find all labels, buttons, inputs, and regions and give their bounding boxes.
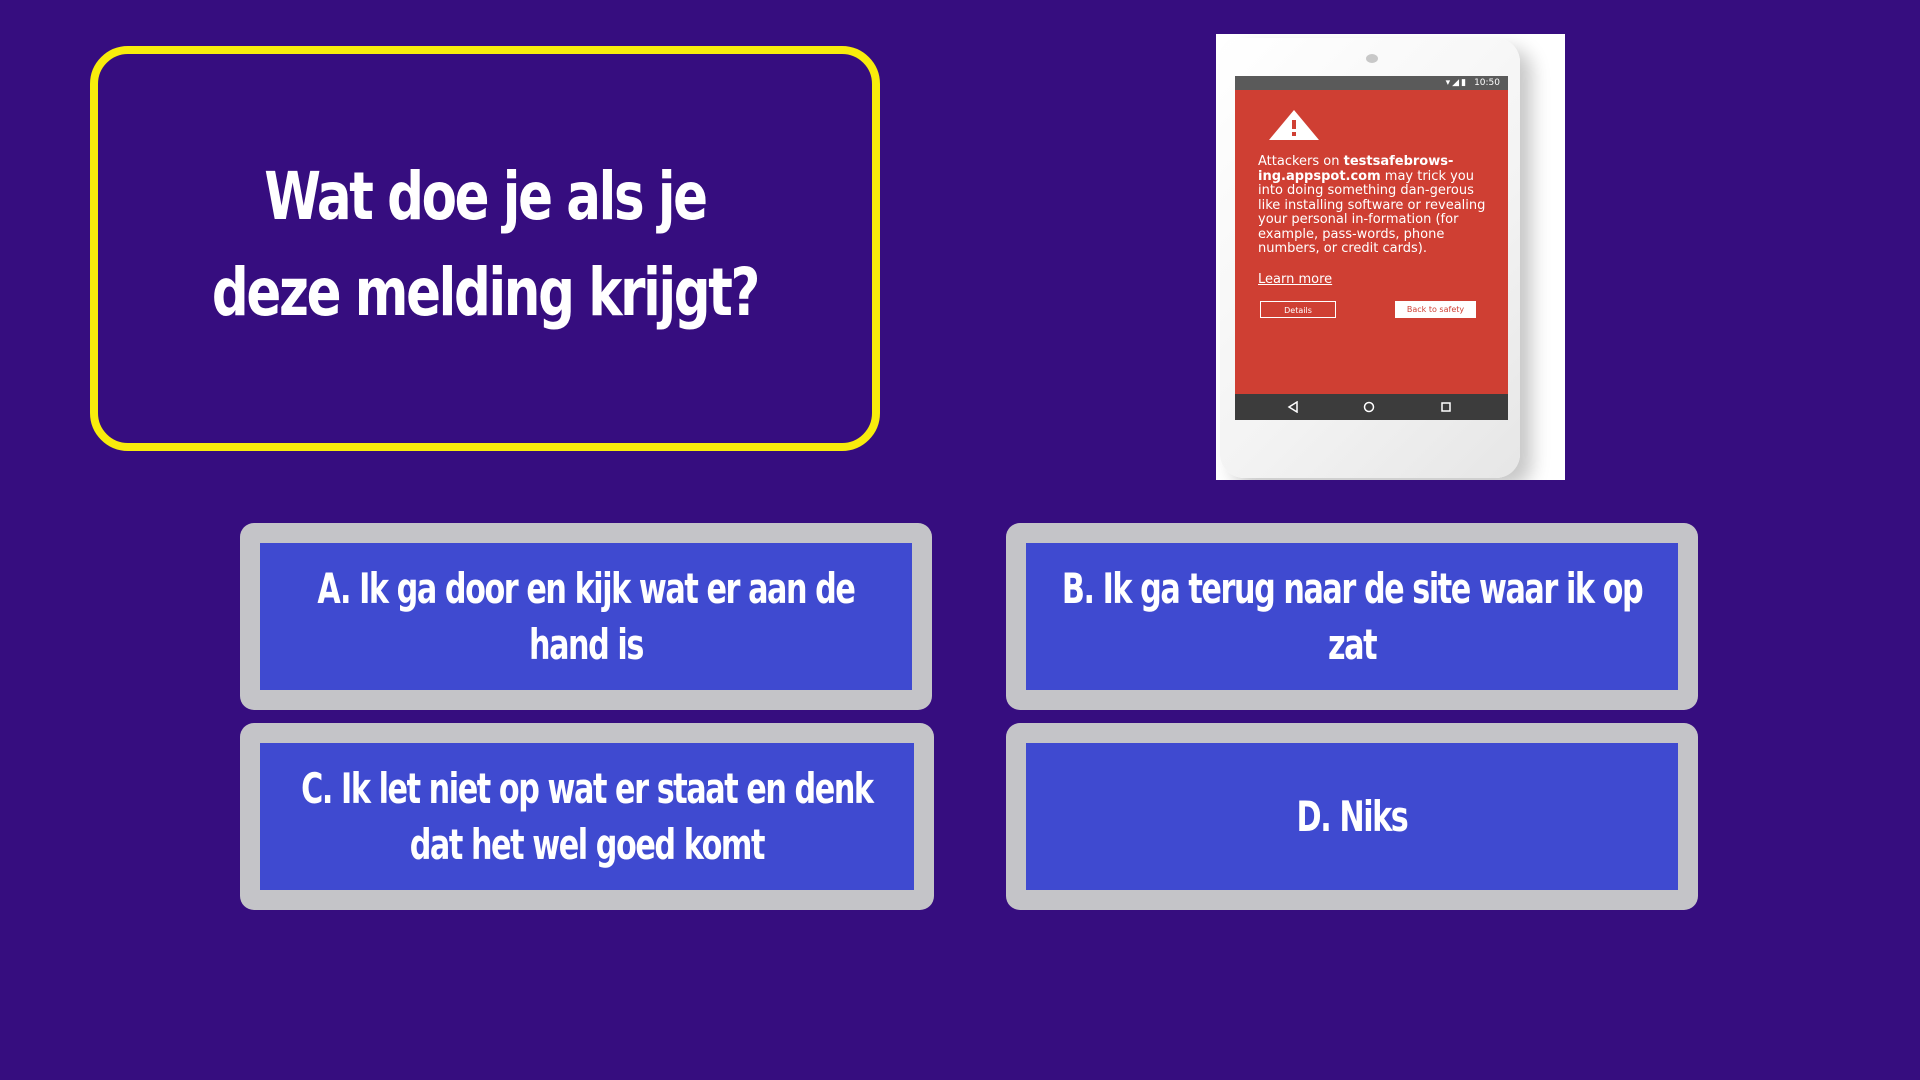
answer-a-text: A. Ik ga door en kijk wat er aan de hand… [317,561,855,673]
warning-prefix: Attackers on [1258,154,1344,169]
answer-a-line-1: A. Ik ga door en kijk wat er aan de [317,563,855,613]
answer-c-inner[interactable]: C. Ik let niet op wat er staat en denk d… [260,743,914,890]
question-line-2: deze melding krijgt? [211,254,760,331]
answer-d-button[interactable]: D. Niks [1006,723,1698,910]
status-bar: ▾◢▮ 10:50 [1235,76,1508,90]
answer-c-text: C. Ik let niet op wat er staat en denk d… [301,761,874,873]
answer-b-text: B. Ik ga terug naar de site waar ik op z… [1061,561,1644,673]
answer-d-line-1: D. Niks [1296,791,1409,841]
details-button[interactable]: Details [1260,301,1336,318]
warning-message: Attackers on testsafebrows-ing.appspot.c… [1258,154,1494,257]
home-nav-icon[interactable] [1363,401,1375,413]
recents-nav-icon[interactable] [1440,401,1452,413]
warning-icon [1269,110,1319,140]
learn-more-link[interactable]: Learn more [1258,272,1332,287]
answer-b-button[interactable]: B. Ik ga terug naar de site waar ik op z… [1006,523,1698,710]
phone-screen: ▾◢▮ 10:50 Attackers on testsafebrows-ing.… [1235,76,1508,420]
navigation-bar [1235,394,1508,420]
answer-b-line-2: zat [1327,619,1378,669]
answer-c-button[interactable]: C. Ik let niet op wat er staat en denk d… [240,723,934,910]
answer-d-text: D. Niks [1296,789,1409,845]
phone-screenshot-image: ▾◢▮ 10:50 Attackers on testsafebrows-ing.… [1216,34,1565,480]
answer-b-inner[interactable]: B. Ik ga terug naar de site waar ik op z… [1026,543,1678,690]
phone-speaker [1366,54,1378,63]
back-nav-icon[interactable] [1287,401,1299,413]
back-to-safety-button[interactable]: Back to safety [1395,301,1476,318]
answer-b-line-1: B. Ik ga terug naar de site waar ik op [1061,563,1644,613]
answer-d-inner[interactable]: D. Niks [1026,743,1678,890]
status-time: 10:50 [1474,78,1500,88]
phone-body: ▾◢▮ 10:50 Attackers on testsafebrows-ing.… [1220,38,1520,478]
signal-icon: ▾◢▮ [1445,78,1469,88]
answer-c-line-1: C. Ik let niet op wat er staat en denk [301,763,874,813]
question-text: Wat doe je als je deze melding krijgt? [183,149,787,341]
question-line-1: Wat doe je als je [264,158,708,235]
answer-a-line-2: hand is [529,619,644,669]
answer-c-line-2: dat het wel goed komt [409,819,766,869]
answer-a-inner[interactable]: A. Ik ga door en kijk wat er aan de hand… [260,543,912,690]
question-box: Wat doe je als je deze melding krijgt? [90,46,880,451]
answer-a-button[interactable]: A. Ik ga door en kijk wat er aan de hand… [240,523,932,710]
